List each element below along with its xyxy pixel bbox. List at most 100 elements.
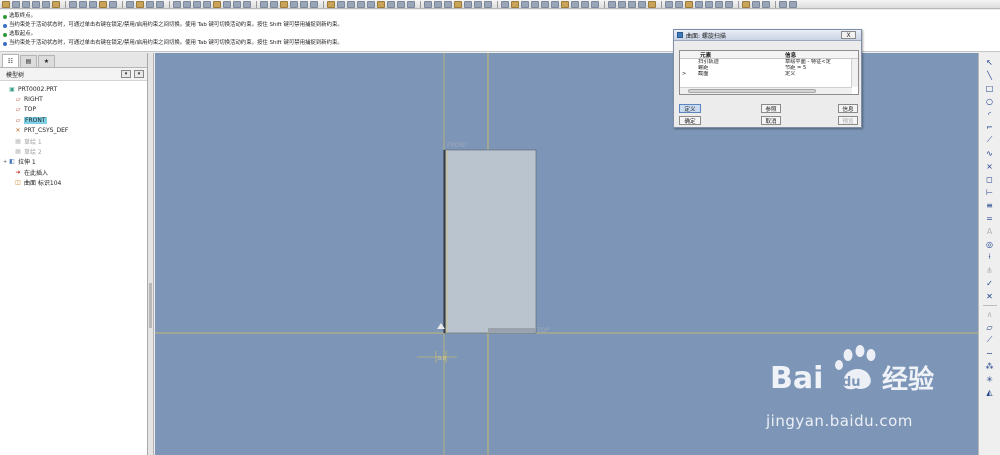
toolbar-button[interactable] bbox=[243, 0, 251, 8]
toolbar-button[interactable] bbox=[561, 0, 569, 8]
toolbar-button[interactable] bbox=[742, 0, 750, 8]
dialog-close-button[interactable]: X bbox=[841, 31, 856, 39]
select-arrow-icon[interactable]: ↖ bbox=[984, 57, 996, 67]
element-table-hscroll[interactable] bbox=[680, 87, 852, 94]
favorites-tab[interactable]: ★ bbox=[38, 55, 55, 67]
toolbar-button[interactable] bbox=[99, 0, 107, 8]
toolbar-button[interactable] bbox=[387, 0, 395, 8]
spline-icon[interactable]: ∿ bbox=[984, 148, 996, 158]
toolbar-button[interactable] bbox=[397, 0, 405, 8]
toolbar-button[interactable] bbox=[146, 0, 154, 8]
toolbar-button[interactable] bbox=[280, 0, 288, 8]
toolbar-button[interactable] bbox=[752, 0, 760, 8]
modify-icon[interactable]: ≡ bbox=[984, 200, 996, 210]
dimension-icon[interactable]: ⊢ bbox=[984, 187, 996, 197]
toolbar-button[interactable] bbox=[715, 0, 723, 8]
tree-item[interactable]: + ◧ 拉伸 1 bbox=[3, 157, 147, 167]
fillet-icon[interactable]: ⌐ bbox=[984, 122, 996, 132]
toolbar-button[interactable] bbox=[521, 0, 529, 8]
element-table-vscroll[interactable] bbox=[851, 59, 858, 87]
text-icon[interactable]: A bbox=[984, 226, 996, 236]
tree-show-icon[interactable]: ▾ bbox=[134, 70, 144, 78]
offset-edge-icon[interactable]: ◻ bbox=[984, 174, 996, 184]
cancel-icon[interactable]: ✕ bbox=[984, 291, 996, 301]
toolbar-button[interactable] bbox=[511, 0, 519, 8]
tree-item[interactable]: ▣ PRT0002.PRT bbox=[3, 84, 147, 94]
toolbar-button[interactable] bbox=[300, 0, 308, 8]
tree-item[interactable]: ✕ PRT_CSYS_DEF bbox=[3, 126, 147, 136]
toolbar-button[interactable] bbox=[531, 0, 539, 8]
toolbar-button[interactable] bbox=[233, 0, 241, 8]
surface-body[interactable] bbox=[443, 149, 537, 334]
toolbar-button[interactable] bbox=[89, 0, 97, 8]
tree-item[interactable]: ▱ TOP bbox=[3, 105, 147, 115]
toolbar-button[interactable] bbox=[32, 0, 40, 8]
toolbar-button[interactable] bbox=[109, 0, 117, 8]
line-icon[interactable]: ╲ bbox=[984, 70, 996, 80]
toolbar-button[interactable] bbox=[725, 0, 733, 8]
toolbar-button[interactable] bbox=[665, 0, 673, 8]
datum-curve-icon[interactable]: ∼ bbox=[984, 348, 996, 358]
toolbar-button[interactable] bbox=[327, 0, 335, 8]
toolbar-button[interactable] bbox=[347, 0, 355, 8]
point-icon[interactable]: × bbox=[984, 161, 996, 171]
toolbar-button[interactable] bbox=[618, 0, 626, 8]
info-button[interactable]: 信息 bbox=[838, 104, 858, 113]
tree-item[interactable]: ▦ 草绘 2 bbox=[3, 146, 147, 156]
datum-axis-icon[interactable]: ⟋ bbox=[984, 335, 996, 345]
toolbar-button[interactable] bbox=[474, 0, 482, 8]
toolbar-button[interactable] bbox=[22, 0, 30, 8]
up-icon[interactable]: ∧ bbox=[984, 309, 996, 319]
tree-item[interactable]: ➔ 在此插入 bbox=[3, 167, 147, 177]
csys-icon[interactable]: ✳ bbox=[984, 374, 996, 384]
datum-plane-icon[interactable]: ▱ bbox=[984, 322, 996, 332]
toolbar-button[interactable] bbox=[2, 0, 10, 8]
trim-icon[interactable]: ⟊ bbox=[984, 252, 996, 262]
toolbar-button[interactable] bbox=[12, 0, 20, 8]
toolbar-button[interactable] bbox=[581, 0, 589, 8]
toolbar-button[interactable] bbox=[79, 0, 87, 8]
accept-icon[interactable]: ✓ bbox=[984, 278, 996, 288]
toolbar-button[interactable] bbox=[464, 0, 472, 8]
constraint-icon[interactable]: = bbox=[984, 213, 996, 223]
cancel-button[interactable]: 取消 bbox=[761, 116, 781, 125]
toolbar-button[interactable] bbox=[484, 0, 492, 8]
toolbar-button[interactable] bbox=[69, 0, 77, 8]
toolbar-button[interactable] bbox=[377, 0, 385, 8]
toolbar-button[interactable] bbox=[434, 0, 442, 8]
toolbar-button[interactable] bbox=[779, 0, 787, 8]
tree-item[interactable]: ▱ RIGHT bbox=[3, 94, 147, 104]
toolbar-button[interactable] bbox=[126, 0, 134, 8]
toolbar-button[interactable] bbox=[638, 0, 646, 8]
tree-item[interactable]: ▦ 草绘 1 bbox=[3, 136, 147, 146]
toolbar-button[interactable] bbox=[608, 0, 616, 8]
toolbar-button[interactable] bbox=[541, 0, 549, 8]
toolbar-button[interactable] bbox=[173, 0, 181, 8]
toolbar-button[interactable] bbox=[501, 0, 509, 8]
element-row[interactable]: > 截面 定义 bbox=[680, 71, 858, 77]
ok-button[interactable]: 确定 bbox=[679, 116, 701, 125]
tree-item[interactable]: ▱ FRONT bbox=[3, 115, 147, 125]
hscroll-thumb[interactable] bbox=[688, 89, 816, 93]
panel-splitter[interactable] bbox=[148, 53, 154, 455]
toolbar-button[interactable] bbox=[762, 0, 770, 8]
toolbar-button[interactable] bbox=[337, 0, 345, 8]
toolbar-button[interactable] bbox=[675, 0, 683, 8]
mirror-icon[interactable]: ⋔ bbox=[984, 265, 996, 275]
toolbar-button[interactable] bbox=[213, 0, 221, 8]
circle-icon[interactable]: ○ bbox=[984, 96, 996, 106]
rectangle-icon[interactable]: □ bbox=[984, 83, 996, 93]
toolbar-button[interactable] bbox=[551, 0, 559, 8]
toolbar-button[interactable] bbox=[260, 0, 268, 8]
toolbar-button[interactable] bbox=[270, 0, 278, 8]
analysis-icon[interactable]: ◭ bbox=[984, 387, 996, 397]
toolbar-button[interactable] bbox=[52, 0, 60, 8]
toolbar-button[interactable] bbox=[203, 0, 211, 8]
toolbar-button[interactable] bbox=[571, 0, 579, 8]
toolbar-button[interactable] bbox=[367, 0, 375, 8]
toolbar-button[interactable] bbox=[407, 0, 415, 8]
toolbar-button[interactable] bbox=[454, 0, 462, 8]
toolbar-button[interactable] bbox=[628, 0, 636, 8]
toolbar-button[interactable] bbox=[648, 0, 656, 8]
dimension-value[interactable]: 0.0 bbox=[438, 356, 446, 362]
